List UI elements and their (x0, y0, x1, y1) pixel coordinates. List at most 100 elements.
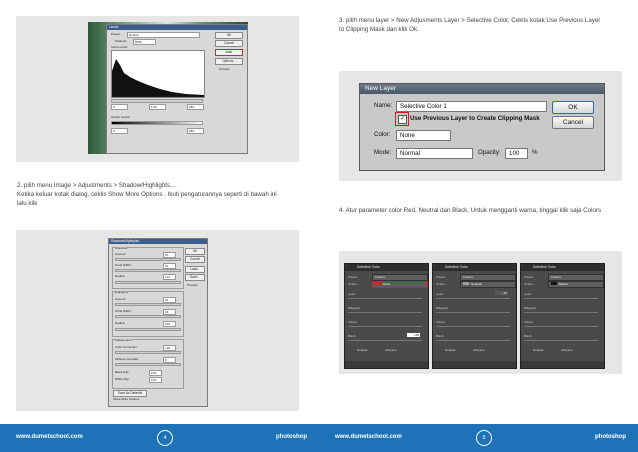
input-slider[interactable] (111, 99, 203, 103)
panel-footer (345, 361, 428, 368)
color-swatch (375, 282, 381, 285)
shadows-group: Shadows Amount: 10 Tonal Width: 10 Radiu… (112, 246, 184, 289)
input-black-value[interactable]: 0 (111, 104, 128, 110)
yellow-slider[interactable] (348, 326, 422, 327)
black-clip-value[interactable]: 0,01 (149, 370, 162, 376)
input-levels-label: Input Levels: (111, 45, 129, 49)
yellow-label: Yellow: (436, 320, 446, 324)
absolute-radio[interactable]: Absolute (385, 348, 397, 352)
color-select[interactable]: None (396, 130, 451, 141)
colors-value: Reds (383, 282, 391, 286)
magenta-slider[interactable] (524, 312, 598, 313)
preset-select[interactable]: Custom (372, 274, 428, 281)
shadow-radius-value[interactable]: 114 (163, 274, 176, 280)
colors-label: Colors: (348, 282, 358, 286)
colors-value: Neutrals (471, 282, 483, 286)
load-button[interactable]: Load... (185, 266, 205, 273)
preview-checkbox-label[interactable]: Preview (219, 67, 230, 71)
show-more-options-checkbox[interactable]: Show More Options (113, 397, 139, 401)
highlight-radius-label: Radius: (115, 321, 126, 325)
shadow-amount-slider[interactable] (115, 258, 181, 261)
highlight-radius-value[interactable]: 130 (163, 321, 176, 327)
preview-checkbox-label[interactable]: Preview (187, 283, 198, 287)
colors-select[interactable]: Reds (372, 281, 428, 288)
shadow-tonal-slider[interactable] (115, 269, 181, 272)
opacity-unit: % (532, 149, 538, 156)
opacity-label: Opacity: (478, 149, 501, 156)
layer-name-input[interactable]: Selective Color 1 (396, 101, 547, 112)
black-slider[interactable] (348, 340, 422, 341)
input-white-value[interactable]: 255 (187, 104, 204, 110)
white-clip-label: White Clip: (115, 377, 130, 381)
black-slider[interactable] (524, 340, 598, 341)
step2-line3: lalu klik (17, 200, 38, 207)
black-label: Black: (524, 334, 533, 338)
absolute-radio[interactable]: Absolute (473, 348, 485, 352)
cyan-slider[interactable] (524, 298, 598, 299)
cyan-slider[interactable] (436, 298, 510, 299)
cancel-button[interactable]: Cancel (215, 40, 243, 47)
cancel-button[interactable]: Cancel (185, 256, 205, 263)
preset-label: Preset: (436, 275, 446, 279)
yellow-slider[interactable] (524, 326, 598, 327)
midtone-slider[interactable] (115, 363, 181, 366)
highlight-radius-slider[interactable] (115, 328, 181, 331)
clipping-mask-label: Use Previous Layer to Create Clipping Ma… (410, 115, 540, 122)
step3-line1: 3. pilih menu layer > New Adjusments Lay… (339, 17, 601, 24)
magenta-slider[interactable] (348, 312, 422, 313)
magenta-slider[interactable] (436, 312, 510, 313)
absolute-radio[interactable]: Absolute (561, 348, 573, 352)
right-footer: www.dumetschool.com 5 photoshop (319, 424, 638, 452)
channel-label: Channel: (115, 39, 128, 43)
preset-select[interactable]: Custom (548, 274, 604, 281)
yellow-label: Yellow: (348, 320, 358, 324)
color-swatch (463, 282, 469, 285)
preset-select[interactable]: Custom (460, 274, 516, 281)
output-black-value[interactable]: 0 (111, 128, 128, 134)
step2-line2: Ketika keluar kotak dialog, ceklis Show … (17, 191, 277, 198)
options-button[interactable]: Options... (215, 58, 243, 65)
black-value[interactable]: +68 (407, 333, 420, 337)
highlights-group: Highlights Amount: 10 Tonal Width: 16 Ra… (112, 290, 184, 337)
colors-select[interactable]: Neutrals (460, 281, 516, 288)
footer-site[interactable]: www.dumetschool.com (335, 434, 402, 440)
shadow-radius-slider[interactable] (115, 281, 181, 284)
channel-select[interactable]: RGB (133, 39, 156, 45)
cyan-value[interactable]: -22 (495, 291, 508, 295)
levels-screenshot: Levels Preset: Default Channel: RGB Inpu… (16, 16, 299, 162)
highlight-amount-label: Amount: (115, 297, 127, 301)
cancel-button[interactable]: Cancel (552, 116, 594, 129)
white-clip-value[interactable]: 0,01 (149, 377, 162, 383)
ok-button[interactable]: OK (185, 248, 205, 255)
black-slider[interactable] (436, 340, 510, 341)
cyan-label: Cyan: (436, 292, 444, 296)
save-button[interactable]: Save... (185, 274, 205, 281)
output-slider[interactable] (111, 121, 203, 125)
yellow-slider[interactable] (436, 326, 510, 327)
panel-title: Selective Color (345, 264, 428, 271)
cyan-slider[interactable] (348, 298, 422, 299)
cyan-label: Cyan: (524, 292, 532, 296)
preset-label: Preset: (111, 32, 121, 36)
relative-radio[interactable]: Relative (445, 348, 456, 352)
footer-site[interactable]: www.dumetschool.com (16, 434, 83, 440)
ok-button[interactable]: OK (215, 32, 243, 39)
panel-footer (433, 361, 516, 368)
mode-select[interactable]: Normal (396, 148, 473, 159)
relative-radio[interactable]: Relative (357, 348, 368, 352)
relative-radio[interactable]: Relative (533, 348, 544, 352)
input-gamma-value[interactable]: 1,00 (149, 104, 166, 110)
save-defaults-button[interactable]: Save As Defaults (113, 390, 147, 397)
preset-label: Preset: (348, 275, 358, 279)
preset-select[interactable]: Default (127, 32, 200, 38)
highlight-tonal-slider[interactable] (115, 315, 181, 318)
color-correction-slider[interactable] (115, 351, 181, 354)
colors-select[interactable]: Blacks (548, 281, 604, 288)
colors-label: Colors: (524, 282, 534, 286)
output-white-value[interactable]: 255 (187, 128, 204, 134)
opacity-input[interactable]: 100 (505, 148, 528, 159)
ok-button[interactable]: OK (552, 101, 594, 114)
auto-button[interactable]: Auto (215, 49, 243, 56)
highlight-amount-slider[interactable] (115, 303, 181, 306)
selective-color-panel-blacks: Selective Color Preset: Custom Colors: B… (520, 263, 605, 369)
